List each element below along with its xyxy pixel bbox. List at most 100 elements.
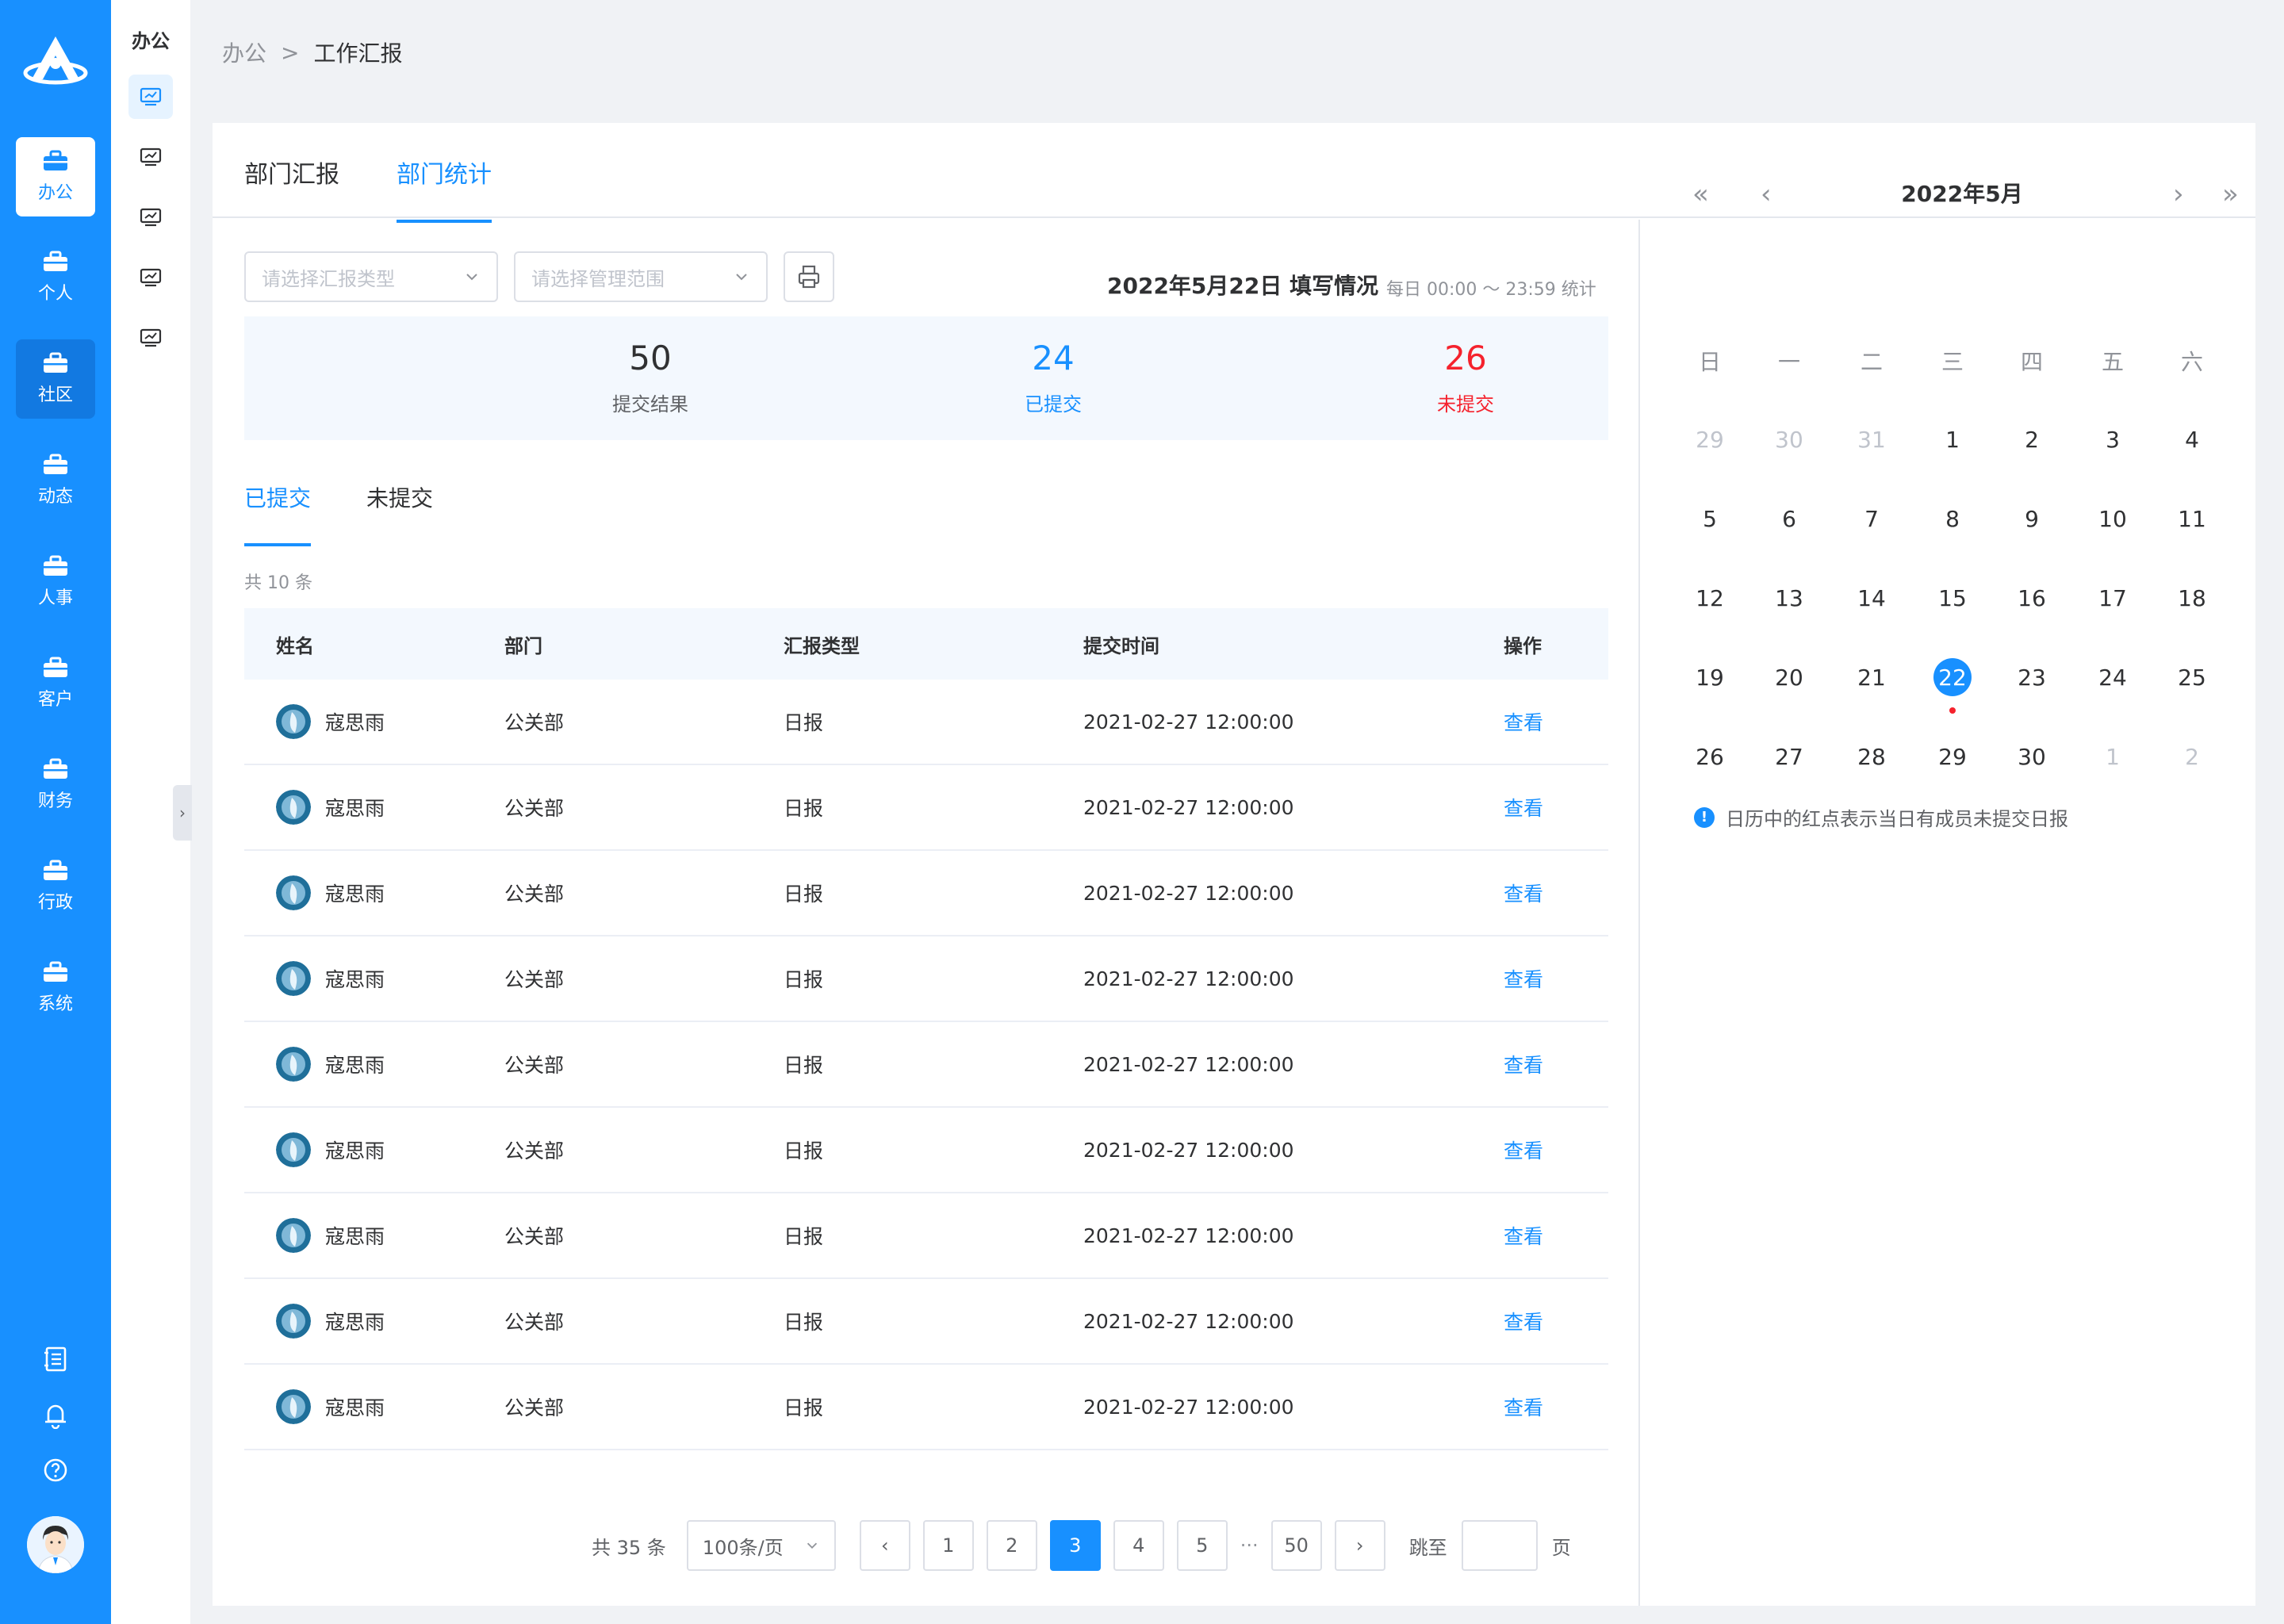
collapse-handle[interactable]: › <box>173 785 192 841</box>
user-avatar[interactable] <box>27 1516 84 1573</box>
calendar-day[interactable]: 13 <box>1764 573 1815 623</box>
calendar-day[interactable]: 30 <box>2006 731 2057 782</box>
view-link[interactable]: 查看 <box>1504 797 1543 820</box>
nav-item[interactable]: 动态 <box>16 441 95 520</box>
calendar-day[interactable]: 12 <box>1684 573 1735 623</box>
calendar-day[interactable]: 11 <box>2167 493 2217 544</box>
calendar-day[interactable]: 18 <box>2167 573 2217 623</box>
calendar-day[interactable]: 21 <box>1846 652 1897 703</box>
cell-time: 2021-02-27 12:00:00 <box>1083 1309 1294 1333</box>
calendar-day[interactable]: 5 <box>1684 493 1735 544</box>
calendar-day[interactable]: 1 <box>2087 731 2138 782</box>
page-button[interactable]: 4 <box>1113 1520 1164 1571</box>
calendar-day[interactable]: 3 <box>2087 414 2138 465</box>
calendar-day[interactable]: 10 <box>2087 493 2138 544</box>
cell-type: 日报 <box>784 711 824 734</box>
nav-item[interactable]: 人事 <box>16 542 95 622</box>
monitor-chart-icon <box>140 268 162 287</box>
member-name: 寇思雨 <box>325 1139 385 1162</box>
view-link[interactable]: 查看 <box>1504 711 1543 734</box>
view-link[interactable]: 查看 <box>1504 1396 1543 1419</box>
view-link[interactable]: 查看 <box>1504 883 1543 906</box>
stat-unsubmitted-value: 26 <box>1444 339 1487 377</box>
briefcase-icon <box>44 657 67 677</box>
page-button[interactable]: 2 <box>986 1520 1037 1571</box>
member-name: 寇思雨 <box>325 1311 385 1334</box>
nav-item[interactable]: 行政 <box>16 847 95 926</box>
view-link[interactable]: 查看 <box>1504 1311 1543 1334</box>
next-year-button[interactable]: » <box>2222 178 2239 210</box>
subnav-item[interactable] <box>128 255 173 300</box>
member-avatar <box>276 961 311 996</box>
calendar-day[interactable]: 29 <box>1927 731 1978 782</box>
page-button[interactable]: 1 <box>922 1520 974 1571</box>
calendar-day[interactable]: 28 <box>1846 731 1897 782</box>
calendar-day-selected[interactable]: 22 <box>1933 658 1972 696</box>
help-icon[interactable] <box>41 1456 70 1484</box>
calendar-day[interactable]: 1 <box>1927 414 1978 465</box>
nav-item[interactable]: 社区 <box>16 339 95 419</box>
calendar-day[interactable]: 4 <box>2167 414 2217 465</box>
bell-icon[interactable] <box>41 1400 70 1429</box>
calendar-day[interactable]: 9 <box>2006 493 2057 544</box>
breadcrumb-parent[interactable]: 办公 <box>222 36 266 68</box>
view-link[interactable]: 查看 <box>1504 1054 1543 1077</box>
subnav-item[interactable] <box>128 75 173 119</box>
stat-total-label: 提交结果 <box>612 393 688 416</box>
subnav-item[interactable] <box>128 316 173 360</box>
tab-submitted[interactable]: 已提交 <box>244 481 312 546</box>
nav-item[interactable]: 办公 <box>16 137 95 216</box>
view-link[interactable]: 查看 <box>1504 968 1543 991</box>
member-avatar <box>276 1047 311 1082</box>
nav-item-label: 系统 <box>37 994 73 1014</box>
calendar-day[interactable]: 29 <box>1684 414 1735 465</box>
calendar-day[interactable]: 20 <box>1764 652 1815 703</box>
stats-area: 请选择汇报类型 请选择管理范围 2022年5月22日 填写情况 每日 00:00… <box>213 220 1640 1606</box>
calendar-day[interactable]: 2 <box>2006 414 2057 465</box>
prev-page-button[interactable]: ‹ <box>859 1520 910 1571</box>
pagination-ellipsis[interactable]: ··· <box>1240 1534 1259 1557</box>
fill-status-note: 每日 00:00 ～ 23:59 统计 <box>1386 280 1596 300</box>
nav-item[interactable]: 客户 <box>16 644 95 723</box>
calendar-day[interactable]: 15 <box>1927 573 1978 623</box>
calendar-day[interactable]: 19 <box>1684 652 1735 703</box>
calendar-day[interactable]: 8 <box>1927 493 1978 544</box>
report-type-select[interactable]: 请选择汇报类型 <box>244 251 498 302</box>
calendar-day[interactable]: 30 <box>1764 414 1815 465</box>
calendar-day[interactable]: 2 <box>2167 731 2217 782</box>
page-last[interactable]: 50 <box>1270 1520 1322 1571</box>
calendar-day[interactable]: 6 <box>1764 493 1815 544</box>
view-link[interactable]: 查看 <box>1504 1225 1543 1248</box>
calendar-day[interactable]: 16 <box>2006 573 2057 623</box>
jump-page-input[interactable] <box>1461 1520 1538 1571</box>
nav-item[interactable]: 财务 <box>16 745 95 825</box>
calendar-day[interactable]: 25 <box>2167 652 2217 703</box>
crmeb-logo-icon[interactable] <box>22 33 89 94</box>
nav-item[interactable]: 个人 <box>16 238 95 317</box>
subbar-title: 办公 <box>132 30 170 52</box>
notebook-icon[interactable] <box>41 1345 70 1373</box>
calendar-day[interactable]: 31 <box>1846 414 1897 465</box>
page-button[interactable]: 5 <box>1176 1520 1228 1571</box>
scope-select[interactable]: 请选择管理范围 <box>514 251 768 302</box>
subnav-item[interactable] <box>128 135 173 179</box>
calendar-day[interactable]: 27 <box>1764 731 1815 782</box>
next-month-button[interactable]: › <box>2173 178 2184 210</box>
tab-dept-report[interactable]: 部门汇报 <box>244 155 339 220</box>
print-button[interactable] <box>784 251 834 302</box>
subnav-item[interactable] <box>128 195 173 239</box>
calendar-day[interactable]: 7 <box>1846 493 1897 544</box>
calendar-day[interactable]: 17 <box>2087 573 2138 623</box>
calendar-day[interactable]: 14 <box>1846 573 1897 623</box>
tab-dept-stats[interactable]: 部门统计 <box>397 155 492 223</box>
calendar-day[interactable]: 26 <box>1684 731 1735 782</box>
calendar-day[interactable]: 24 <box>2087 652 2138 703</box>
view-link[interactable]: 查看 <box>1504 1139 1543 1162</box>
page-size-select[interactable]: 100条/页 <box>686 1520 836 1571</box>
tab-unsubmitted[interactable]: 未提交 <box>366 481 433 543</box>
nav-item[interactable]: 系统 <box>16 948 95 1028</box>
next-page-button[interactable]: › <box>1334 1520 1385 1571</box>
calendar-day[interactable]: 23 <box>2006 652 2057 703</box>
page-button[interactable]: 3 <box>1049 1520 1101 1571</box>
cell-dept: 公关部 <box>504 968 565 991</box>
